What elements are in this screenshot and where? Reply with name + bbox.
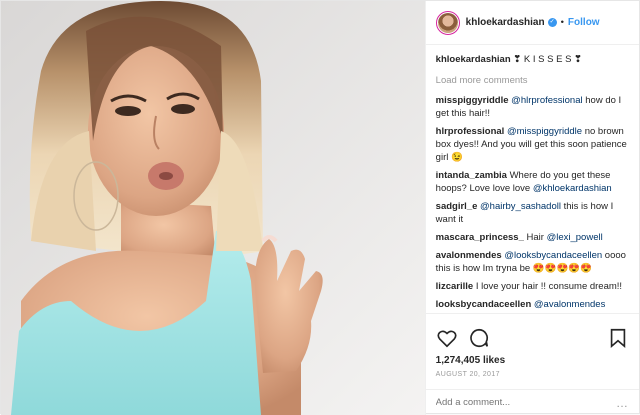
comment-username[interactable]: intanda_zambia [436, 170, 507, 181]
comment-row: hlrprofessional @misspiggyriddle no brow… [436, 125, 629, 164]
comment-username[interactable]: lizcarille [436, 281, 474, 292]
comment-mention-link[interactable]: @looksbycandaceellen [504, 250, 602, 261]
caption-text: ❣ K I S S E S ❣ [513, 54, 583, 65]
comment-row: sadgirl_e @hairby_sashadoll this is how … [436, 200, 629, 226]
caption: khloekardashian ❣ K I S S E S ❣ [436, 53, 629, 66]
comment-text: I love your hair !! consume dream!! [475, 281, 623, 292]
bookmark-icon[interactable] [607, 327, 629, 349]
post-header: khloekardashian ✓ • Follow [425, 1, 639, 45]
comment-mention-link[interactable]: @khloekardashian [533, 183, 612, 194]
comment-mention-link[interactable]: @avalonmendes [534, 299, 605, 310]
add-comment-bar: … [425, 389, 639, 415]
comment-row: lizcarille I love your hair !! consume d… [436, 280, 629, 293]
load-more-comments-button[interactable]: Load more comments [436, 75, 629, 86]
more-options-icon[interactable]: … [616, 396, 629, 410]
comment-row: looksbycandaceellen @avalonmendes bissss… [436, 298, 629, 313]
comment-username[interactable]: mascara_princess_ [436, 232, 524, 243]
comment-username[interactable]: hlrprofessional [436, 126, 505, 137]
follow-button[interactable]: Follow [568, 17, 600, 28]
comment-mention-link[interactable]: @lexi_powell [547, 232, 603, 243]
comment-mention-link[interactable]: @hlrprofessional [511, 95, 582, 106]
post-date[interactable]: AUGUST 20, 2017 [426, 371, 639, 389]
post-actions [425, 313, 639, 355]
comment-icon[interactable] [468, 327, 490, 349]
comment-row: avalonmendes @looksbycandaceellen oooo t… [436, 249, 629, 275]
caption-username[interactable]: khloekardashian [436, 54, 511, 65]
comment-username[interactable]: sadgirl_e [436, 201, 478, 212]
comment-row: intanda_zambia Where do you get these ho… [436, 169, 629, 195]
add-comment-input[interactable] [435, 397, 616, 408]
comment-mention-link[interactable]: @hairby_sashadoll [480, 201, 561, 212]
post-photo[interactable] [1, 1, 425, 415]
photo-illustration [1, 1, 425, 415]
comment-text: Hair [526, 232, 547, 243]
separator-dot: • [560, 17, 564, 28]
username-link[interactable]: khloekardashian [466, 17, 545, 28]
likes-count[interactable]: 1,274,405 likes [426, 355, 639, 371]
avatar[interactable] [435, 10, 460, 35]
comment-username[interactable]: avalonmendes [436, 250, 502, 261]
comment-username[interactable]: looksbycandaceellen [436, 299, 532, 310]
comment-mention-link[interactable]: @misspiggyriddle [507, 126, 582, 137]
instagram-post: khloekardashian ✓ • Follow khloekardashi… [0, 0, 640, 415]
verified-badge-icon: ✓ [547, 18, 557, 27]
comment-row: misspiggyriddle @hlrprofessional how do … [436, 94, 629, 120]
comment-thread: misspiggyriddle @hlrprofessional how do … [436, 94, 629, 313]
comments-list[interactable]: khloekardashian ❣ K I S S E S ❣ Load mor… [426, 45, 639, 313]
post-sidebar: khloekardashian ✓ • Follow khloekardashi… [424, 1, 639, 415]
avatar-image [437, 12, 458, 33]
comment-username[interactable]: misspiggyriddle [436, 95, 509, 106]
comment-row: mascara_princess_ Hair @lexi_powell [436, 231, 629, 244]
heart-icon[interactable] [436, 327, 458, 349]
